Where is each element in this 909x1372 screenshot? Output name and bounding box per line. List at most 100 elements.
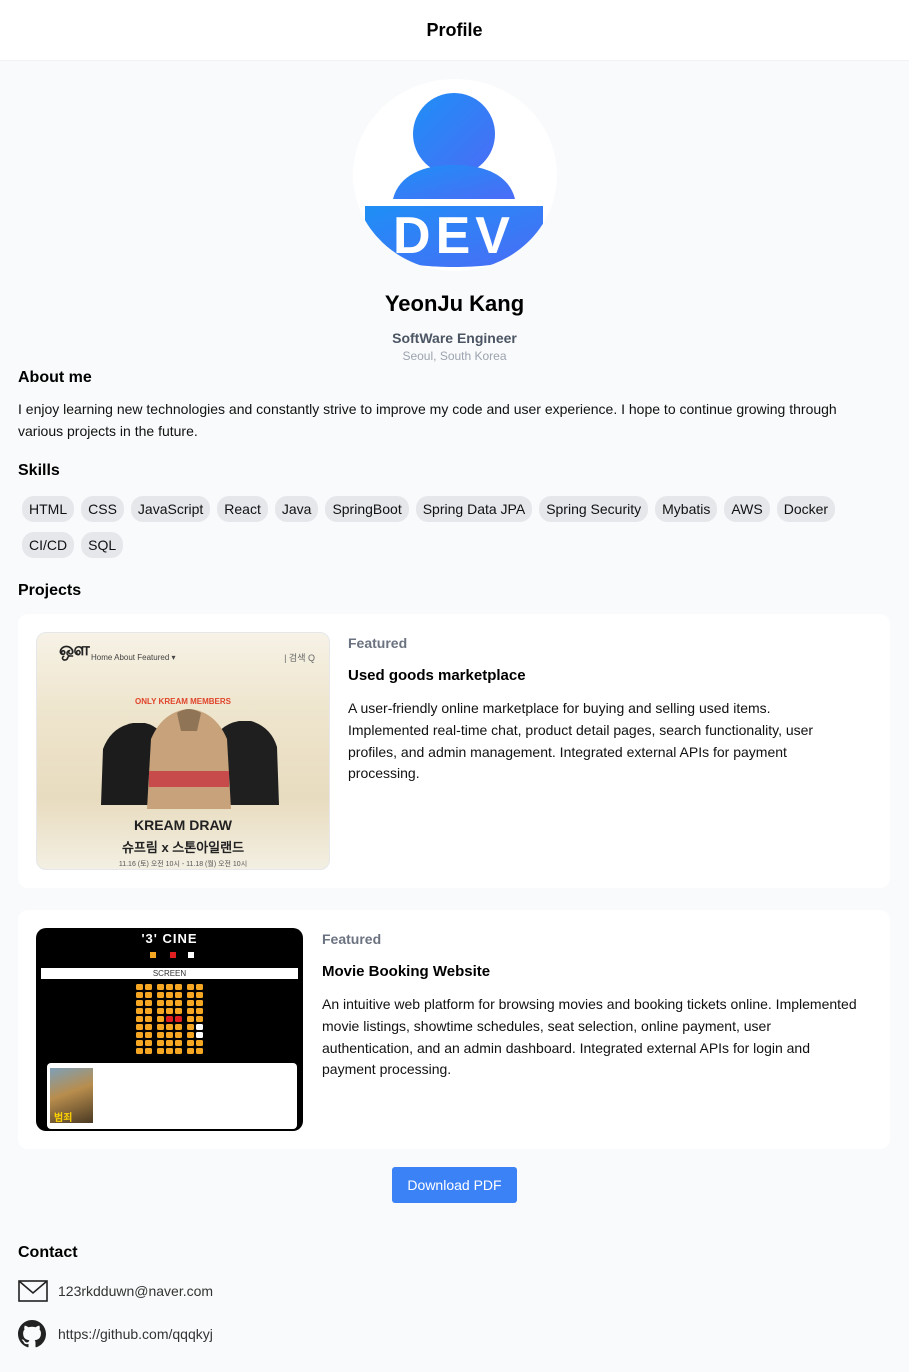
skill-chip: CI/CD (22, 532, 75, 558)
project-card[interactable]: ஔ Home About Featured ▾ | 검색 Q ONLY KREA… (18, 614, 890, 888)
seat (145, 1000, 152, 1006)
seat (175, 1000, 182, 1006)
seat (187, 1000, 194, 1006)
seat (145, 1040, 152, 1046)
skill-chip: CSS (81, 496, 124, 522)
seat (175, 1008, 182, 1014)
dev-user-icon: DEV (352, 79, 557, 271)
seat (187, 1032, 194, 1038)
github-link[interactable]: https://github.com/qqqkyj (58, 1326, 213, 1342)
skill-chip: Spring Security (539, 496, 649, 522)
seat (166, 992, 173, 998)
seat (136, 1016, 143, 1022)
seat (175, 1016, 182, 1022)
seat (175, 984, 182, 990)
seat (196, 1032, 203, 1038)
seat (187, 1040, 194, 1046)
profile-name: YeonJu Kang (384, 291, 525, 316)
seat (145, 1016, 152, 1022)
seat (166, 1048, 173, 1054)
project-body: Featured Movie Booking Website An intuit… (303, 928, 862, 1131)
seat (166, 1000, 173, 1006)
seat-legend (150, 952, 194, 958)
project-card[interactable]: '3' CINE SCREEN 범죄 Featured Movie Bookin… (18, 910, 890, 1149)
skill-chip: HTML (22, 496, 75, 522)
seat (166, 1008, 173, 1014)
seat (145, 992, 152, 998)
project-title[interactable]: Movie Booking Website (322, 963, 862, 980)
top-bar: Profile (0, 0, 909, 61)
seat (157, 1048, 164, 1054)
seat (136, 1048, 143, 1054)
seat (175, 1048, 182, 1054)
skill-chip: JavaScript (130, 496, 211, 522)
skill-chip: SQL (81, 532, 124, 558)
project-description: A user-friendly online marketplace for b… (348, 700, 814, 782)
project-description: An intuitive web platform for browsing m… (322, 996, 857, 1078)
seat (187, 1008, 194, 1014)
project-thumbnail[interactable]: ஔ Home About Featured ▾ | 검색 Q ONLY KREA… (36, 632, 330, 870)
seat (157, 1040, 164, 1046)
skill-chip: Docker (776, 496, 836, 522)
seat (157, 984, 164, 990)
seat (175, 992, 182, 998)
seat (196, 1040, 203, 1046)
seat (166, 1040, 173, 1046)
seat (196, 1024, 203, 1030)
svg-text:DEV: DEV (393, 207, 515, 265)
seat-map (136, 984, 203, 1054)
seat (157, 1016, 164, 1022)
about-section: About me I enjoy learning new technologi… (0, 369, 909, 1348)
skill-chip: SpringBoot (325, 496, 409, 522)
profile-role: SoftWare Engineer (392, 330, 517, 346)
featured-badge: Featured (348, 635, 408, 651)
project-thumbnail[interactable]: '3' CINE SCREEN 범죄 (36, 928, 303, 1131)
seat (175, 1032, 182, 1038)
contact-github[interactable]: https://github.com/qqqkyj (18, 1320, 891, 1348)
seat (196, 1000, 203, 1006)
seat (157, 1008, 164, 1014)
download-wrapper: Download PDF (18, 1167, 891, 1203)
seat (196, 1048, 203, 1054)
seat (145, 1008, 152, 1014)
seat (136, 984, 143, 990)
seat (166, 1032, 173, 1038)
skill-chip: React (217, 496, 268, 522)
thumb-logo: '3' CINE (141, 931, 198, 946)
seat (175, 1040, 182, 1046)
projects-title: Projects (18, 582, 82, 599)
seat (166, 1016, 173, 1022)
project-body: Featured Used goods marketplace A user-f… (330, 632, 853, 870)
skill-chip: Spring Data JPA (415, 496, 533, 522)
download-pdf-button[interactable]: Download PDF (392, 1167, 517, 1203)
thumb-date: 11.16 (토) 오전 10시 - 11.18 (월) 오전 10시 (118, 861, 248, 868)
seat (145, 1024, 152, 1030)
project-title[interactable]: Used goods marketplace (348, 667, 853, 684)
contact-email[interactable]: 123rkdduwn@naver.com (18, 1279, 891, 1303)
email-link[interactable]: 123rkdduwn@naver.com (58, 1283, 213, 1299)
brand-logo: ஔ (59, 639, 90, 660)
seat (136, 1024, 143, 1030)
seat (187, 992, 194, 998)
page-title: Profile (426, 19, 483, 40)
seat (145, 1048, 152, 1054)
seat (187, 1016, 194, 1022)
poster-title: 범죄 (54, 1113, 73, 1124)
about-text: I enjoy learning new technologies and co… (18, 401, 837, 439)
thumb-subline: 슈프림 x 스톤아일랜드 (121, 840, 245, 855)
seat (175, 1024, 182, 1030)
skills-list: HTML CSS JavaScript React Java SpringBoo… (18, 496, 878, 558)
mail-icon (18, 1279, 48, 1303)
skill-chip: Mybatis (655, 496, 718, 522)
seat (187, 1024, 194, 1030)
thumb-banner: ONLY KREAM MEMBERS (134, 697, 231, 706)
seat (145, 1032, 152, 1038)
thumb-nav: Home About Featured ▾ (91, 653, 176, 662)
seat (157, 992, 164, 998)
about-title: About me (18, 369, 92, 386)
seat (136, 992, 143, 998)
profile-location: Seoul, South Korea (402, 349, 507, 363)
contact-title: Contact (18, 1244, 78, 1261)
seat (196, 984, 203, 990)
seat (145, 984, 152, 990)
